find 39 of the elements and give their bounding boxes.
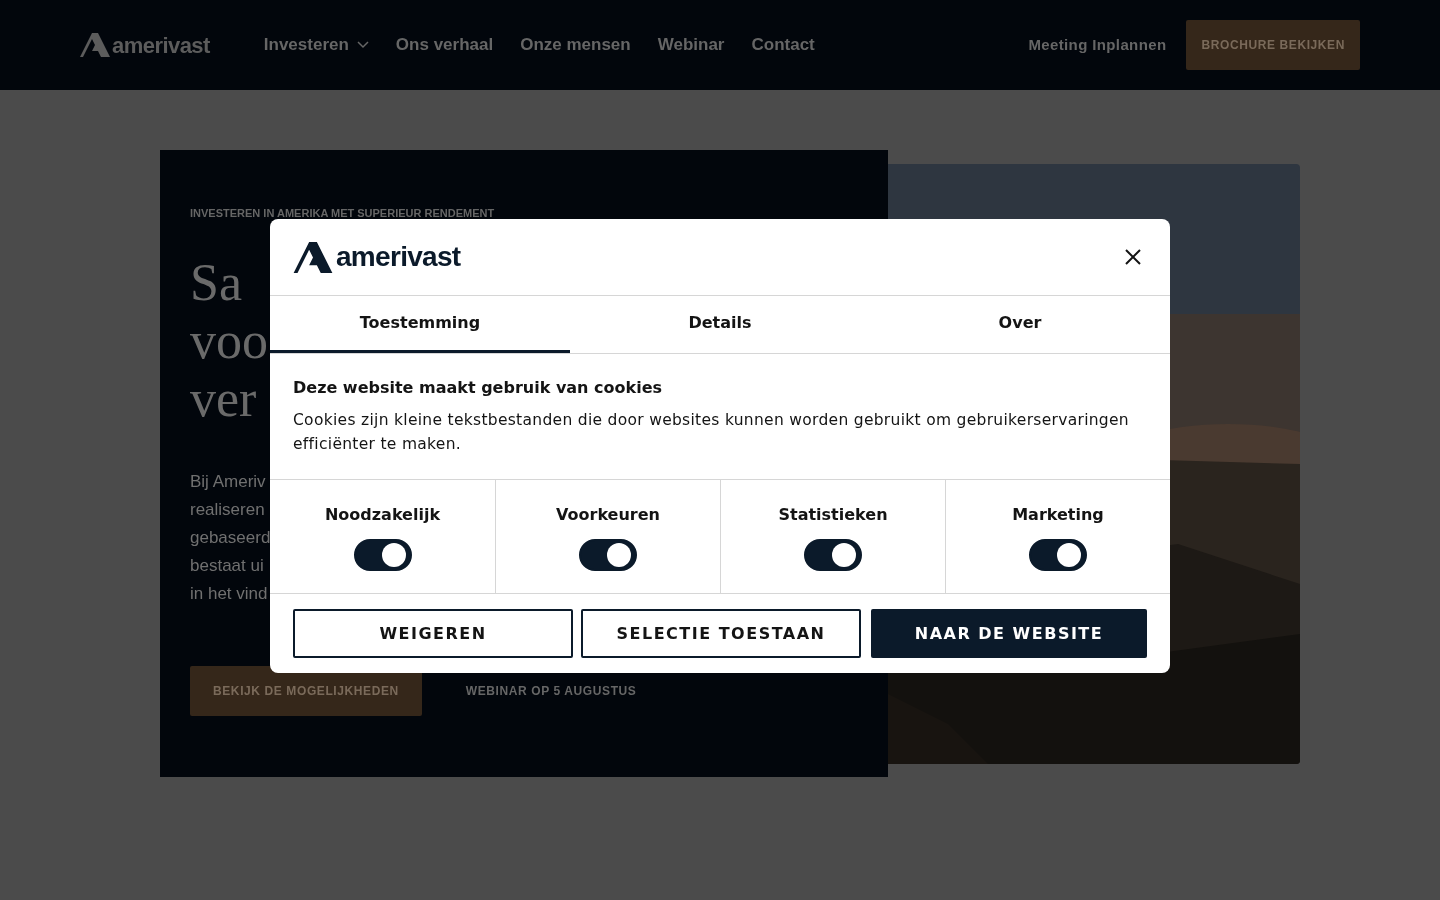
logo-icon [293,241,333,273]
logo-text[interactable]: amerivast [112,28,210,62]
heading-line: Sa [190,254,242,312]
toggle-switch[interactable] [579,539,637,571]
body-line: in het vind [190,583,268,605]
nav-link[interactable]: Webinar [657,32,725,58]
nav-link[interactable]: Ons verhaal [395,32,494,58]
toggle-switch[interactable] [353,539,412,571]
body-line: realiseren [190,499,265,521]
meeting-link[interactable]: Meeting Inplannen [1028,33,1167,57]
body-line: gebaseerd [190,527,271,549]
accept-all-button[interactable]: NAAR DE WEBSITE [871,609,1147,658]
nav-link[interactable]: Investeren [263,32,369,58]
nav-link[interactable]: Onze mensen [520,32,631,58]
nav-link[interactable]: Contact [751,32,815,58]
category-label: Noodzakelijk [324,505,441,525]
eyebrow-text: INVESTEREN IN AMERIKA MET SUPERIEUR RENDEMENT [190,206,496,220]
category-label: Statistieken [778,505,888,525]
heading-line: ver [190,370,257,428]
dialog-tab[interactable]: Details [570,296,870,353]
body-line: bestaat ui [190,555,264,577]
brochure-button[interactable]: BROCHURE BEKIJKEN [1186,20,1360,70]
dialog-button[interactable]: SELECTIE TOESTAAN [581,609,861,658]
dialog-button[interactable]: WEIGEREN [293,609,573,658]
webinar-link[interactable]: WEBINAR OP 5 AUGUSTUS [465,682,637,700]
toggle-switch[interactable] [804,539,862,571]
heading-line: voo [190,312,268,370]
body-line: Bij Ameriv [190,471,266,493]
close-icon[interactable] [1125,249,1141,265]
category-label: Voorkeuren [556,505,660,525]
dialog-title: Deze website maakt gebruik van cookies [293,378,664,398]
logo-icon [80,33,110,57]
dialog-logo-text: amerivast [336,243,461,271]
toggle-switch[interactable] [1029,539,1087,571]
dialog-tab[interactable]: Over [870,296,1170,353]
category-label: Marketing [1012,505,1104,525]
opportunities-button[interactable]: BEKIJK DE MOGELIJKHEDEN [190,666,422,716]
dialog-tab[interactable]: Toestemming [270,296,570,353]
dialog-text: Cookies zijn kleine tekstbestanden die door websites kunnen worden gebruikt om gebruikerservaringen efficiënter te maken. [293,410,1130,455]
